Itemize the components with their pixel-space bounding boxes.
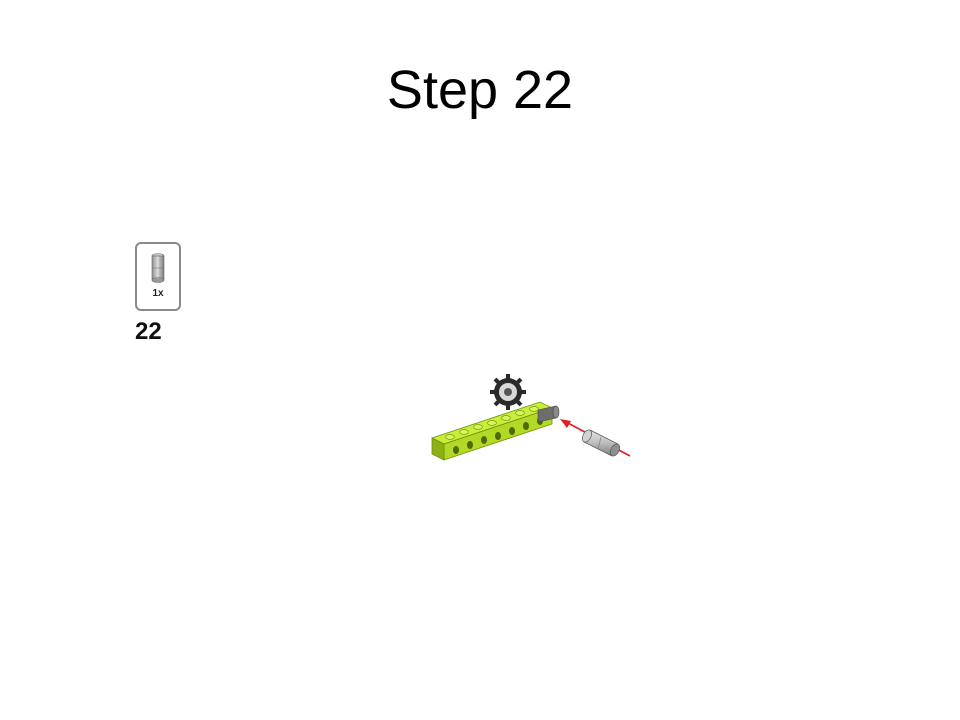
slide-title: Step 22 (386, 60, 574, 120)
gear-icon (490, 374, 526, 410)
part-quantity: 1x (152, 288, 164, 299)
technic-beam (430, 401, 554, 461)
step-number: 22 (135, 318, 162, 345)
axle-connector-icon (151, 253, 165, 283)
axle-connector-part (581, 429, 621, 457)
assembly-illustration (430, 374, 631, 461)
parts-list-callout: 1x (135, 242, 181, 311)
